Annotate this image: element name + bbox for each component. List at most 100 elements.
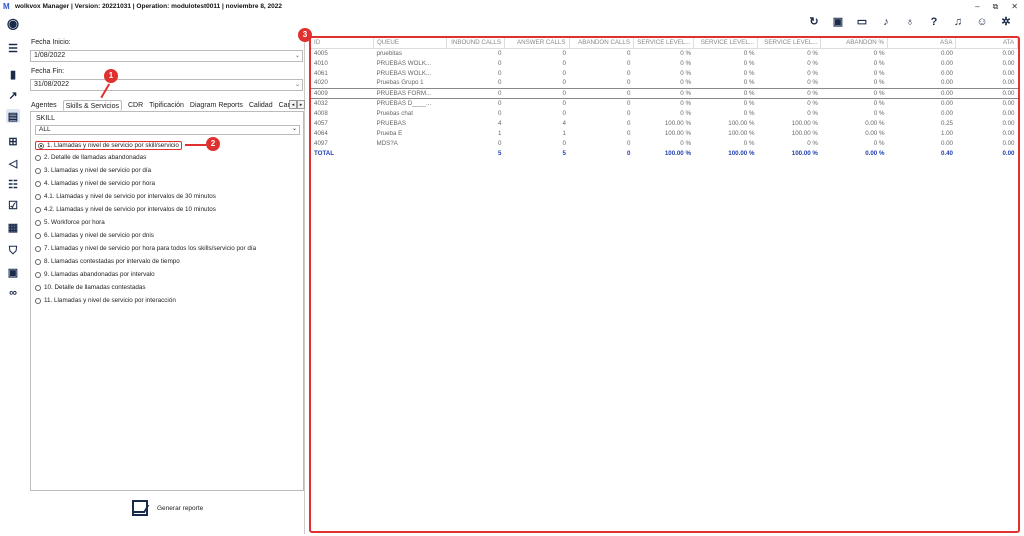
report-option[interactable]: 4.1. Llamadas y nivel de servicio por in…: [35, 193, 216, 200]
user-icon[interactable]: ☺: [976, 16, 988, 28]
report-option[interactable]: 4.2. Llamadas y nivel de servicio por in…: [35, 206, 216, 213]
table-cell: 0.00: [940, 79, 953, 87]
callout-1: 1: [104, 69, 118, 83]
table-row[interactable]: 4057 PRUEBAS 4 4 0 100.00 % 100.00 % 100.00 % 0.…: [311, 118, 1018, 128]
table-cell: 0: [562, 79, 566, 87]
table-row[interactable]: 4005 pruebitas 0 0 0 0 % 0 % 0 % 0 % 0.00 0.00: [311, 48, 1018, 58]
total-row[interactable]: TOTAL 5 5 0 100.00 % 100.00 % 100.00 % 0.00 % 0.…: [311, 148, 1018, 158]
report-option-label: 11. Llamadas y nivel de servicio por int…: [44, 297, 176, 304]
report-icon[interactable]: ▤: [6, 109, 20, 123]
tab-tipificacion[interactable]: Tipificación: [149, 100, 184, 111]
column-header[interactable]: SERVICE LEVEL...: [633, 38, 695, 49]
column-header[interactable]: ANSWER CALLS: [504, 38, 570, 49]
table-cell: 0: [627, 149, 631, 157]
table-cell: Pruebas chat: [376, 109, 413, 117]
report-option[interactable]: 9. Llamadas abandonadas por intervalo: [35, 271, 155, 278]
table-cell: 0.00: [940, 99, 953, 107]
tab-scroll-right-button[interactable]: ▸: [297, 100, 305, 109]
report-option[interactable]: 7. Llamadas y nivel de servicio por hora…: [35, 245, 256, 252]
tab-skills-servicios[interactable]: Skills & Servicios: [62, 100, 122, 111]
table-row[interactable]: 4032 PRUEBAS D____... 0 0 0 0 % 0 % 0 % 0 % 0.00 0…: [311, 98, 1018, 108]
voicemail-icon[interactable]: ∞: [6, 286, 20, 300]
report-option[interactable]: 10. Detalle de llamadas contestadas: [35, 284, 146, 291]
bell-icon[interactable]: ♫: [952, 16, 964, 28]
gear-icon[interactable]: ✲: [1000, 16, 1012, 28]
table-cell: 0: [627, 109, 631, 117]
table-row[interactable]: 4009 PRUEBAS FORM... 0 0 0 0 % 0 % 0 % 0 % 0.00 0.…: [311, 87, 1018, 99]
results-grid[interactable]: ID QUEUE INBOUND CALLS ANSWER CALLS ABAN…: [309, 36, 1020, 533]
tab-cdr[interactable]: CDR: [128, 100, 143, 111]
user-avatar-icon[interactable]: ◉: [6, 15, 20, 31]
table-row[interactable]: 4020 Pruebas Grupo 1 0 0 0 0 % 0 % 0 % 0 % 0.00 0.…: [311, 78, 1018, 88]
table-cell: 0 %: [873, 109, 885, 117]
minimize-button[interactable]: –: [975, 0, 979, 13]
tab-scroll-left-button[interactable]: ◂: [289, 100, 297, 109]
hierarchy-icon[interactable]: ⊞: [6, 134, 20, 148]
column-header[interactable]: SERVICE LEVEL...: [757, 38, 822, 49]
group-icon[interactable]: ☷: [6, 177, 20, 191]
table-cell: 0: [627, 79, 631, 87]
tab-agentes[interactable]: Agentes: [31, 100, 57, 111]
report-option[interactable]: 4. Llamadas y nivel de servicio por hora: [35, 180, 155, 187]
report-option[interactable]: 2. Detalle de llamadas abandonadas: [35, 154, 146, 161]
table-cell: 4064: [314, 129, 328, 137]
table-cell: 0.00 %: [865, 149, 885, 157]
document-icon[interactable]: ▦: [6, 220, 20, 234]
report-option[interactable]: 3. Llamadas y nivel de servicio por día: [35, 167, 151, 174]
table-cell: 0 %: [743, 59, 755, 67]
report-option[interactable]: 5. Workforce por hora: [35, 219, 105, 226]
checklist-icon[interactable]: ☑: [6, 198, 20, 212]
table-cell: 0: [498, 139, 502, 147]
fecha-fin-field[interactable]: 31/08/2022 ⌄: [30, 79, 303, 91]
table-cell: 0.00: [1002, 129, 1015, 137]
report-option[interactable]: 11. Llamadas y nivel de servicio por int…: [35, 297, 176, 304]
column-header[interactable]: SERVICE LEVEL...: [693, 38, 758, 49]
menu-icon[interactable]: ☰: [6, 41, 20, 55]
megaphone-icon[interactable]: ◁: [6, 156, 20, 170]
report-option[interactable]: 1. Llamadas y nivel de servicio por skil…: [35, 141, 182, 150]
generate-report-button[interactable]: Generar reporte: [132, 500, 203, 516]
radio-icon: [35, 167, 41, 174]
table-cell: 0: [562, 139, 566, 147]
tab-calidad[interactable]: Calidad: [249, 100, 273, 111]
report-option[interactable]: 6. Llamadas y nivel de servicio por dnis: [35, 232, 154, 239]
table-cell: 100.00 %: [664, 149, 691, 157]
gallery-icon[interactable]: ▣: [832, 16, 844, 28]
column-header[interactable]: ABANDON CALLS: [569, 38, 634, 49]
table-cell: 0.00: [1002, 49, 1015, 57]
chart-line-icon: [132, 500, 148, 516]
microphone-icon[interactable]: ♁: [904, 16, 916, 28]
help-icon[interactable]: ?: [928, 16, 940, 28]
column-header[interactable]: ABANDON %: [820, 38, 888, 49]
table-cell: 0 %: [680, 59, 691, 67]
report-option[interactable]: 8. Llamadas contestadas por intervalo de…: [35, 258, 180, 265]
left-nav: ◉ ☰ ▮ ↗ ▤ ⊞ ◁ ☷ ☑ ▦ ⛉ ▣ ∞: [0, 13, 26, 536]
restore-button[interactable]: ⧉: [993, 0, 999, 13]
table-cell: 0.00: [1002, 79, 1015, 87]
shield-icon[interactable]: ⛉: [6, 244, 20, 258]
column-header[interactable]: ASA: [887, 38, 957, 49]
trend-chart-icon[interactable]: ↗: [6, 88, 20, 102]
table-cell: 0.25: [940, 119, 953, 127]
bar-chart-icon[interactable]: ▮: [6, 67, 20, 81]
table-row[interactable]: 4061 PRUEBAS WOLK... 0 0 0 0 % 0 % 0 % 0 % 0.00 0.…: [311, 68, 1018, 78]
radio-icon: [35, 271, 41, 278]
refresh-icon[interactable]: ↻: [808, 16, 820, 28]
tab-diagram-reports[interactable]: Diagram Reports: [190, 100, 243, 111]
table-row[interactable]: 4097 MDS?A 0 0 0 0 % 0 % 0 % 0 % 0.00 0.00: [311, 138, 1018, 148]
column-header[interactable]: INBOUND CALLS: [446, 38, 506, 49]
skill-select[interactable]: ALL ⌄: [35, 125, 300, 135]
table-row[interactable]: 4064 Prueba E 1 1 0 100.00 % 100.00 % 100.00 % 0…: [311, 128, 1018, 138]
column-header[interactable]: ID: [311, 38, 374, 49]
column-header[interactable]: QUEUE: [373, 38, 447, 49]
contact-card-icon[interactable]: ▭: [856, 16, 868, 28]
fecha-inicio-field[interactable]: 1/08/2022 ⌄: [30, 50, 303, 62]
table-row[interactable]: 4008 Pruebas chat 0 0 0 0 % 0 % 0 % 0 % 0.00 0.00: [311, 108, 1018, 118]
close-button[interactable]: ✕: [1011, 0, 1018, 13]
table-cell: 0.00: [887, 87, 956, 99]
column-header[interactable]: ATA: [955, 38, 1018, 49]
table-row[interactable]: 4010 PRUEBAS WOLK... 0 0 0 0 % 0 % 0 % 0 % 0.00 0.…: [311, 58, 1018, 68]
video-add-icon[interactable]: ▣: [6, 265, 20, 279]
music-note-icon[interactable]: ♪: [880, 16, 892, 28]
table-cell: 0 %: [680, 139, 691, 147]
